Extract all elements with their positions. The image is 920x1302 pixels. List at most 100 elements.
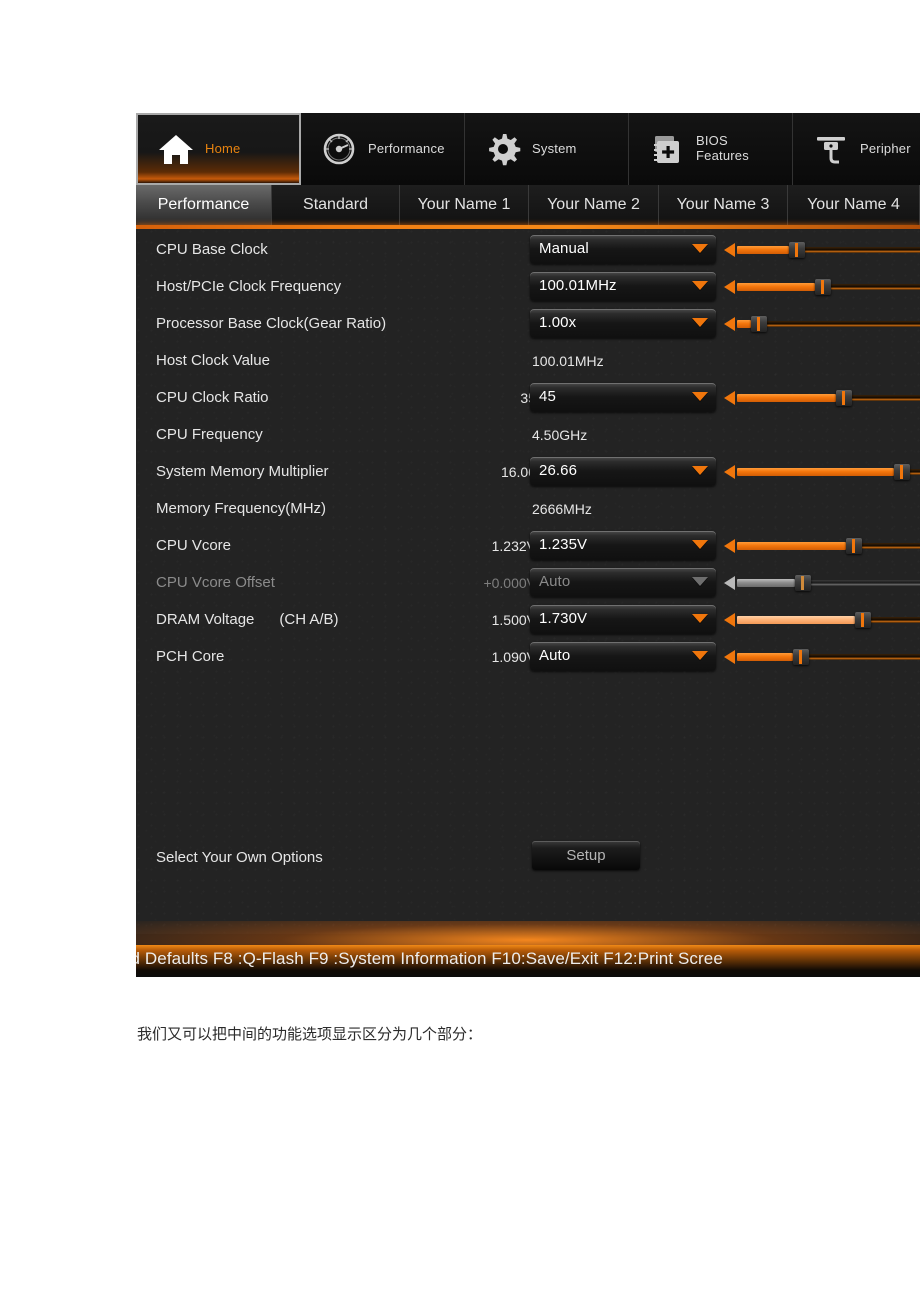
setting-readonly-value: 2666MHz [532,501,592,517]
slider-handle[interactable] [836,390,852,406]
setting-dropdown-value: 100.01MHz [539,277,617,294]
peripherals-icon [811,129,851,169]
slider-left-arrow-icon[interactable] [724,391,735,405]
setting-current-value: 1.500V [491,612,536,628]
setting-dropdown-value: Auto [539,573,571,590]
slider-left-arrow-icon[interactable] [724,465,735,479]
setting-dropdown[interactable]: 1.00x [530,309,716,338]
settings-panel: CPU Base Clock Manual Host/PCIe Clock Freq… [136,229,920,952]
setting-slider[interactable] [724,538,920,554]
setup-button[interactable]: Setup [532,841,640,870]
setting-dropdown-value: 1.00x [539,314,577,331]
footer-hotkey-text: otimized Defaults F8 :Q-Flash F9 :System… [136,949,723,968]
nav-item-label: System [532,140,577,156]
setting-row: CPU Vcore Offset +0.000V Auto [136,566,920,603]
slider-left-arrow-icon[interactable] [724,280,735,294]
sub-tab-your-name-2[interactable]: Your Name 2 [529,185,659,225]
slider-fill [737,394,836,402]
slider-left-arrow-icon[interactable] [724,317,735,331]
setting-row: Processor Base Clock(Gear Ratio) 1.00x [136,307,920,344]
setting-dropdown-value: 45 [539,388,556,405]
setting-readonly-value: 4.50GHz [532,427,588,443]
slider-left-arrow-icon[interactable] [724,650,735,664]
slider-fill [737,283,815,291]
slider-handle[interactable] [846,538,862,554]
home-icon [156,129,196,169]
setting-row: PCH Core 1.090V Auto [136,640,920,677]
setting-dropdown[interactable]: Auto [530,642,716,671]
setting-current-value: 16.00 [500,464,536,480]
bios-chip-icon [647,129,687,169]
chevron-down-icon [692,466,708,475]
slider-handle[interactable] [795,575,811,591]
slider-fill [737,653,793,661]
setting-label: CPU Clock Ratio [156,389,269,406]
setting-label: Memory Frequency(MHz) [156,500,327,517]
nav-item-peripher[interactable]: Peripher [793,113,920,185]
setting-slider[interactable] [724,649,920,665]
setting-dropdown[interactable]: Manual [530,235,716,264]
slider-left-arrow-icon[interactable] [724,243,735,257]
slider-fill [737,616,855,624]
nav-item-label: BIOS Features [696,133,749,163]
setting-dropdown[interactable]: 1.730V [530,605,716,634]
setting-slider[interactable] [724,575,920,591]
sub-tab-standard[interactable]: Standard [272,185,400,225]
setting-row: CPU Clock Ratio 35 45 [136,381,920,418]
chevron-down-icon [692,651,708,660]
setting-slider[interactable] [724,316,920,332]
slider-handle[interactable] [793,649,809,665]
setting-label: CPU Vcore [156,537,232,554]
setting-dropdown[interactable]: 45 [530,383,716,412]
setting-row: CPU Base Clock Manual [136,233,920,270]
slider-fill [737,542,846,550]
setting-dropdown-value: 1.730V [539,610,588,627]
setting-dropdown[interactable]: 1.235V [530,531,716,560]
nav-item-label: Home [205,140,241,156]
setting-dropdown[interactable]: Auto [530,568,716,597]
slider-handle[interactable] [855,612,871,628]
setting-label: CPU Frequency [156,426,263,443]
setting-slider[interactable] [724,242,920,258]
slider-handle[interactable] [751,316,767,332]
select-own-options-label: Select Your Own Options [156,849,323,866]
setting-dropdown[interactable]: 26.66 [530,457,716,486]
nav-item-performance[interactable]: Performance [301,113,465,185]
setting-row: Host Clock Value 100.01MHz [136,344,920,381]
chevron-down-icon [692,244,708,253]
nav-item-system[interactable]: System [465,113,629,185]
setting-label: Host/PCIe Clock Frequency [156,278,342,295]
slider-handle[interactable] [815,279,831,295]
main-navigation-bar: Home Performance System BIOS Features Periph… [136,113,920,185]
slider-left-arrow-icon[interactable] [724,576,735,590]
gauge-icon [319,129,359,169]
setting-slider[interactable] [724,612,920,628]
setting-dropdown-value: 26.66 [539,462,578,479]
setting-row: Host/PCIe Clock Frequency 100.01MHz [136,270,920,307]
setting-slider[interactable] [724,279,920,295]
sub-tab-your-name-4[interactable]: Your Name 4 [788,185,920,225]
setting-label: CPU Base Clock [156,241,268,258]
setting-current-value: 1.232V [491,538,536,554]
setting-dropdown-value: Auto [539,647,571,664]
slider-fill [737,468,894,476]
sub-tab-bar: Performance Standard Your Name 1 Your Name … [136,185,920,225]
slider-left-arrow-icon[interactable] [724,613,735,627]
nav-item-label: Peripher [860,140,911,156]
setting-label: CPU Vcore Offset [156,574,275,591]
nav-item-home[interactable]: Home [136,113,301,185]
sub-tab-your-name-1[interactable]: Your Name 1 [400,185,529,225]
slider-left-arrow-icon[interactable] [724,539,735,553]
setting-slider[interactable] [724,390,920,406]
slider-handle[interactable] [894,464,910,480]
sub-tab-your-name-3[interactable]: Your Name 3 [659,185,788,225]
setting-current-value: +0.000V [483,575,536,591]
nav-item-bios-features[interactable]: BIOS Features [629,113,793,185]
slider-handle[interactable] [789,242,805,258]
setting-current-value: 1.090V [491,649,536,665]
setting-label: DRAM Voltage (CH A/B) [156,611,339,628]
setting-slider[interactable] [724,464,920,480]
gear-icon [483,129,523,169]
sub-tab-performance[interactable]: Performance [136,185,272,225]
setting-dropdown[interactable]: 100.01MHz [530,272,716,301]
